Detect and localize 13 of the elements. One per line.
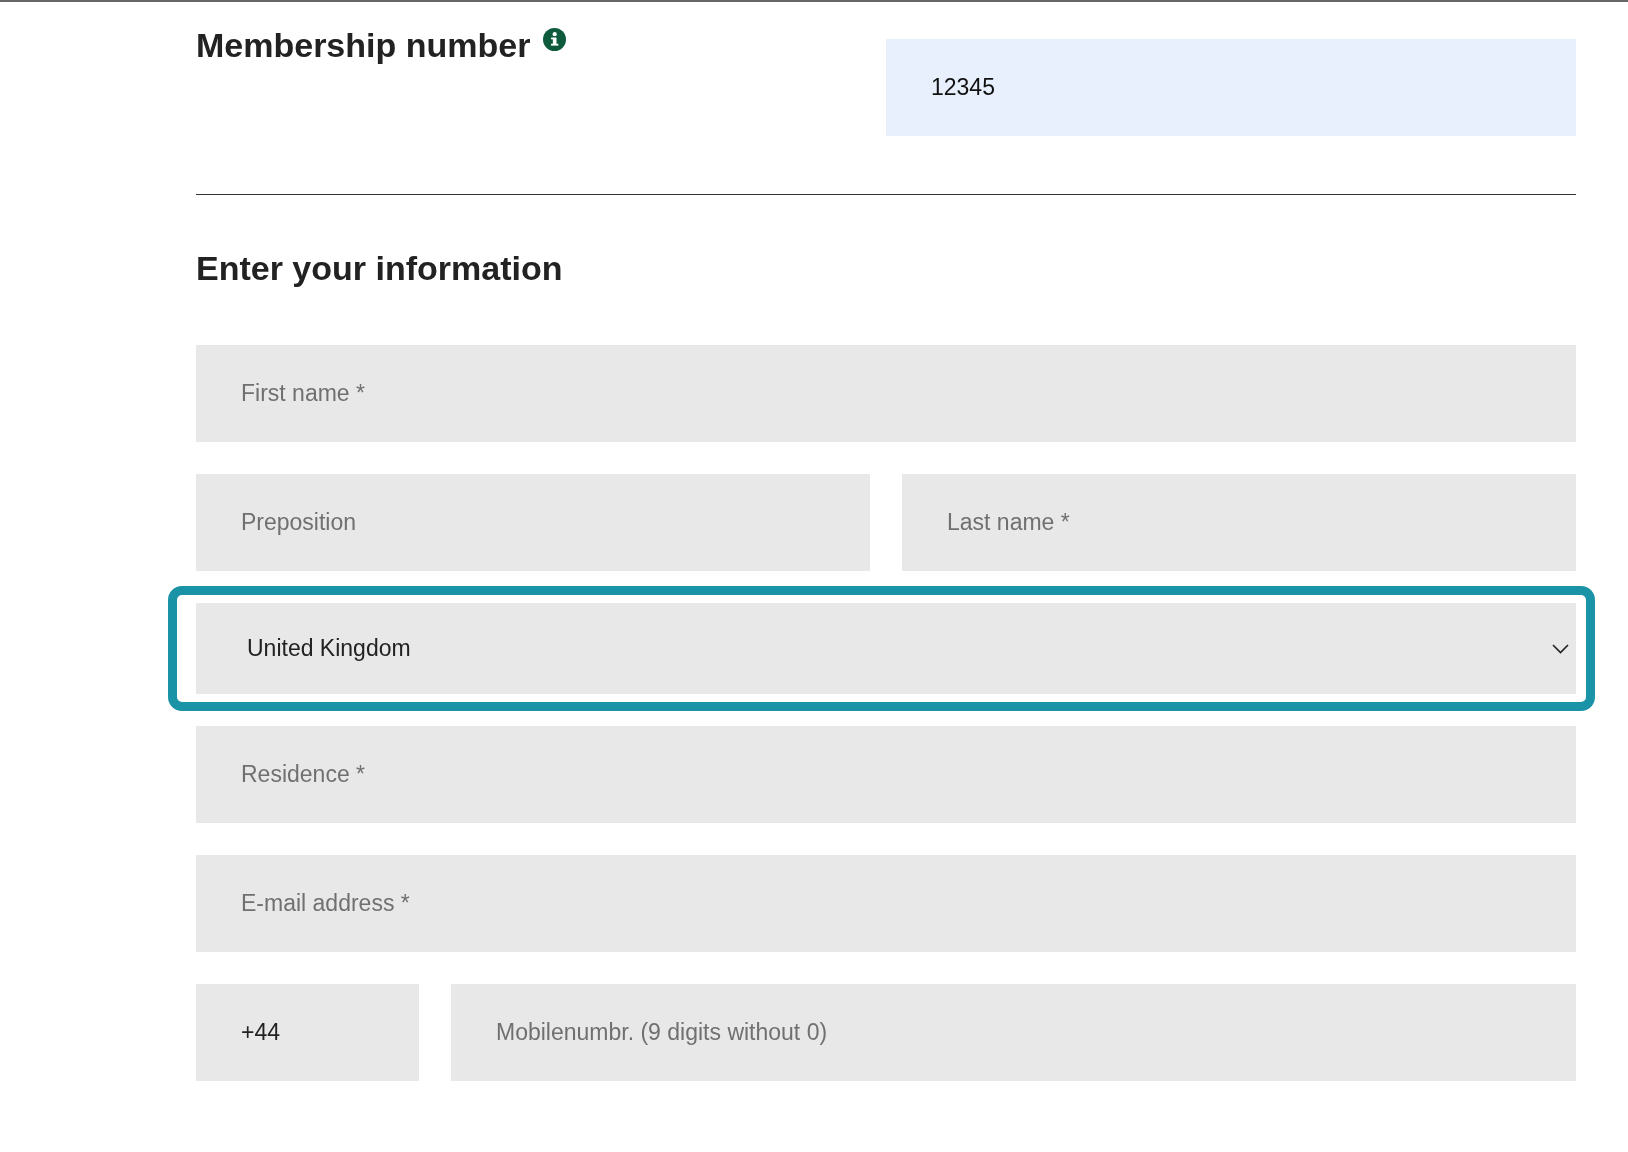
- membership-number-field[interactable]: 12345: [886, 39, 1576, 136]
- input-field[interactable]: E-mail address *: [196, 855, 1576, 952]
- input-field[interactable]: First name *: [196, 345, 1576, 442]
- input-field[interactable]: Residence *: [196, 726, 1576, 823]
- input-field[interactable]: Last name *: [902, 474, 1576, 571]
- info-icon[interactable]: [543, 28, 567, 51]
- dropdown-select[interactable]: United Kingdom: [196, 603, 1576, 694]
- phone-code-field[interactable]: +44: [196, 984, 419, 1081]
- membership-label: Membership number: [196, 25, 531, 65]
- chevron-down-icon: [1552, 643, 1569, 654]
- input-field[interactable]: Preposition: [196, 474, 870, 571]
- input-field[interactable]: Mobilenumbr. (9 digits without 0): [451, 984, 1576, 1081]
- section-heading: Enter your information: [196, 248, 563, 288]
